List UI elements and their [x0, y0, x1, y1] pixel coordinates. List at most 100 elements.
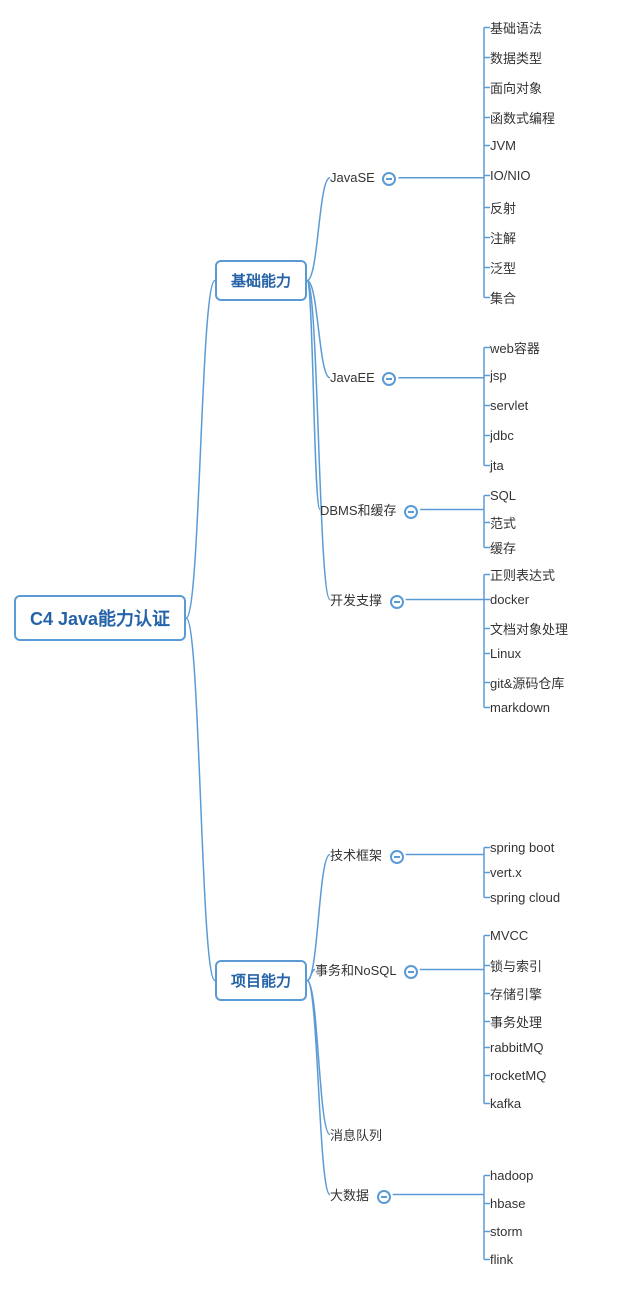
leaf-text: 范式 [490, 516, 516, 531]
project-ability-node: 项目能力 [215, 960, 307, 1001]
devsupport-text: 开发支撑 [330, 593, 382, 608]
basic-label: 基础能力 [215, 260, 307, 301]
leaf-text: 存储引擎 [490, 987, 542, 1002]
leaf-dbms-2: 缓存 [490, 538, 516, 557]
leaf-text: 泛型 [490, 261, 516, 276]
leaf-dev-5: markdown [490, 700, 550, 715]
leaf-bd-3: flink [490, 1252, 513, 1267]
leaf-text: jdbc [490, 428, 514, 443]
dbms-text: DBMS和缓存 [320, 503, 397, 518]
leaf-text: rocketMQ [490, 1068, 546, 1083]
techframe-circle [390, 850, 404, 864]
leaf-text: 文档对象处理 [490, 622, 568, 637]
leaf-javase-9: 集合 [490, 288, 516, 307]
leaf-dev-3: Linux [490, 646, 521, 661]
javase-node: JavaSE [330, 170, 396, 186]
leaf-text: spring boot [490, 840, 554, 855]
techframe-node: 技术框架 [330, 845, 404, 864]
leaf-javase-4: JVM [490, 138, 516, 153]
leaf-text: docker [490, 592, 529, 607]
mindmap-svg [0, 0, 632, 1306]
leaf-javaee-0: web容器 [490, 338, 540, 357]
leaf-bd-0: hadoop [490, 1168, 533, 1183]
leaf-dbms-1: 范式 [490, 513, 516, 532]
leaf-dev-1: docker [490, 592, 529, 607]
leaf-javase-3: 函数式编程 [490, 108, 555, 127]
leaf-nosql-4: rabbitMQ [490, 1040, 543, 1055]
leaf-text: 基础语法 [490, 21, 542, 36]
javaee-node: JavaEE [330, 370, 396, 386]
leaf-javase-0: 基础语法 [490, 18, 542, 37]
leaf-text: 正则表达式 [490, 568, 555, 583]
mq-text: 消息队列 [330, 1128, 382, 1143]
project-label: 项目能力 [215, 960, 307, 1001]
leaf-text: servlet [490, 398, 528, 413]
bigdata-node: 大数据 [330, 1185, 391, 1204]
leaf-text: jsp [490, 368, 507, 383]
leaf-text: 函数式编程 [490, 111, 555, 126]
leaf-text: 数据类型 [490, 51, 542, 66]
nosql-circle [404, 965, 418, 979]
leaf-text: JVM [490, 138, 516, 153]
leaf-text: storm [490, 1224, 523, 1239]
leaf-dev-0: 正则表达式 [490, 565, 555, 584]
javaee-text: JavaEE [330, 370, 375, 385]
leaf-javase-2: 面向对象 [490, 78, 542, 97]
javase-text: JavaSE [330, 170, 375, 185]
leaf-text: vert.x [490, 865, 522, 880]
leaf-text: markdown [490, 700, 550, 715]
leaf-text: flink [490, 1252, 513, 1267]
leaf-nosql-2: 存储引擎 [490, 984, 542, 1003]
leaf-tf-2: spring cloud [490, 890, 560, 905]
leaf-nosql-0: MVCC [490, 928, 528, 943]
javaee-circle [382, 372, 396, 386]
leaf-text: 注解 [490, 231, 516, 246]
leaf-nosql-1: 锁与索引 [490, 956, 542, 975]
leaf-text: hadoop [490, 1168, 533, 1183]
leaf-text: 事务处理 [490, 1015, 542, 1030]
root-node: C4 Java能力认证 [14, 595, 186, 641]
leaf-dev-4: git&源码仓库 [490, 673, 564, 692]
leaf-text: git&源码仓库 [490, 676, 564, 691]
leaf-javaee-4: jta [490, 458, 504, 473]
leaf-bd-1: hbase [490, 1196, 525, 1211]
techframe-text: 技术框架 [330, 848, 382, 863]
javase-circle [382, 172, 396, 186]
leaf-text: 集合 [490, 291, 516, 306]
root-label: C4 Java能力认证 [14, 595, 186, 641]
devsupport-circle [390, 595, 404, 609]
bigdata-text: 大数据 [330, 1188, 369, 1203]
leaf-text: spring cloud [490, 890, 560, 905]
nosql-node: 事务和NoSQL [315, 960, 418, 979]
nosql-text: 事务和NoSQL [315, 963, 396, 978]
leaf-javaee-3: jdbc [490, 428, 514, 443]
leaf-text: 面向对象 [490, 81, 542, 96]
leaf-dev-2: 文档对象处理 [490, 619, 568, 638]
leaf-javaee-1: jsp [490, 368, 507, 383]
leaf-text: jta [490, 458, 504, 473]
devsupport-node: 开发支撑 [330, 590, 404, 609]
leaf-nosql-5: rocketMQ [490, 1068, 546, 1083]
mq-node: 消息队列 [330, 1125, 382, 1144]
leaf-javaee-2: servlet [490, 398, 528, 413]
leaf-text: kafka [490, 1096, 521, 1111]
leaf-javase-7: 注解 [490, 228, 516, 247]
leaf-text: 反射 [490, 201, 516, 216]
leaf-text: hbase [490, 1196, 525, 1211]
leaf-nosql-6: kafka [490, 1096, 521, 1111]
leaf-text: Linux [490, 646, 521, 661]
leaf-javase-1: 数据类型 [490, 48, 542, 67]
leaf-javase-5: IO/NIO [490, 168, 530, 183]
leaf-nosql-3: 事务处理 [490, 1012, 542, 1031]
leaf-text: IO/NIO [490, 168, 530, 183]
leaf-text: MVCC [490, 928, 528, 943]
basic-ability-node: 基础能力 [215, 260, 307, 301]
bigdata-circle [377, 1190, 391, 1204]
dbms-circle [404, 505, 418, 519]
leaf-tf-0: spring boot [490, 840, 554, 855]
leaf-text: web容器 [490, 341, 540, 356]
leaf-text: SQL [490, 488, 516, 503]
leaf-text: 锁与索引 [490, 959, 542, 974]
leaf-javase-6: 反射 [490, 198, 516, 217]
leaf-dbms-0: SQL [490, 488, 516, 503]
